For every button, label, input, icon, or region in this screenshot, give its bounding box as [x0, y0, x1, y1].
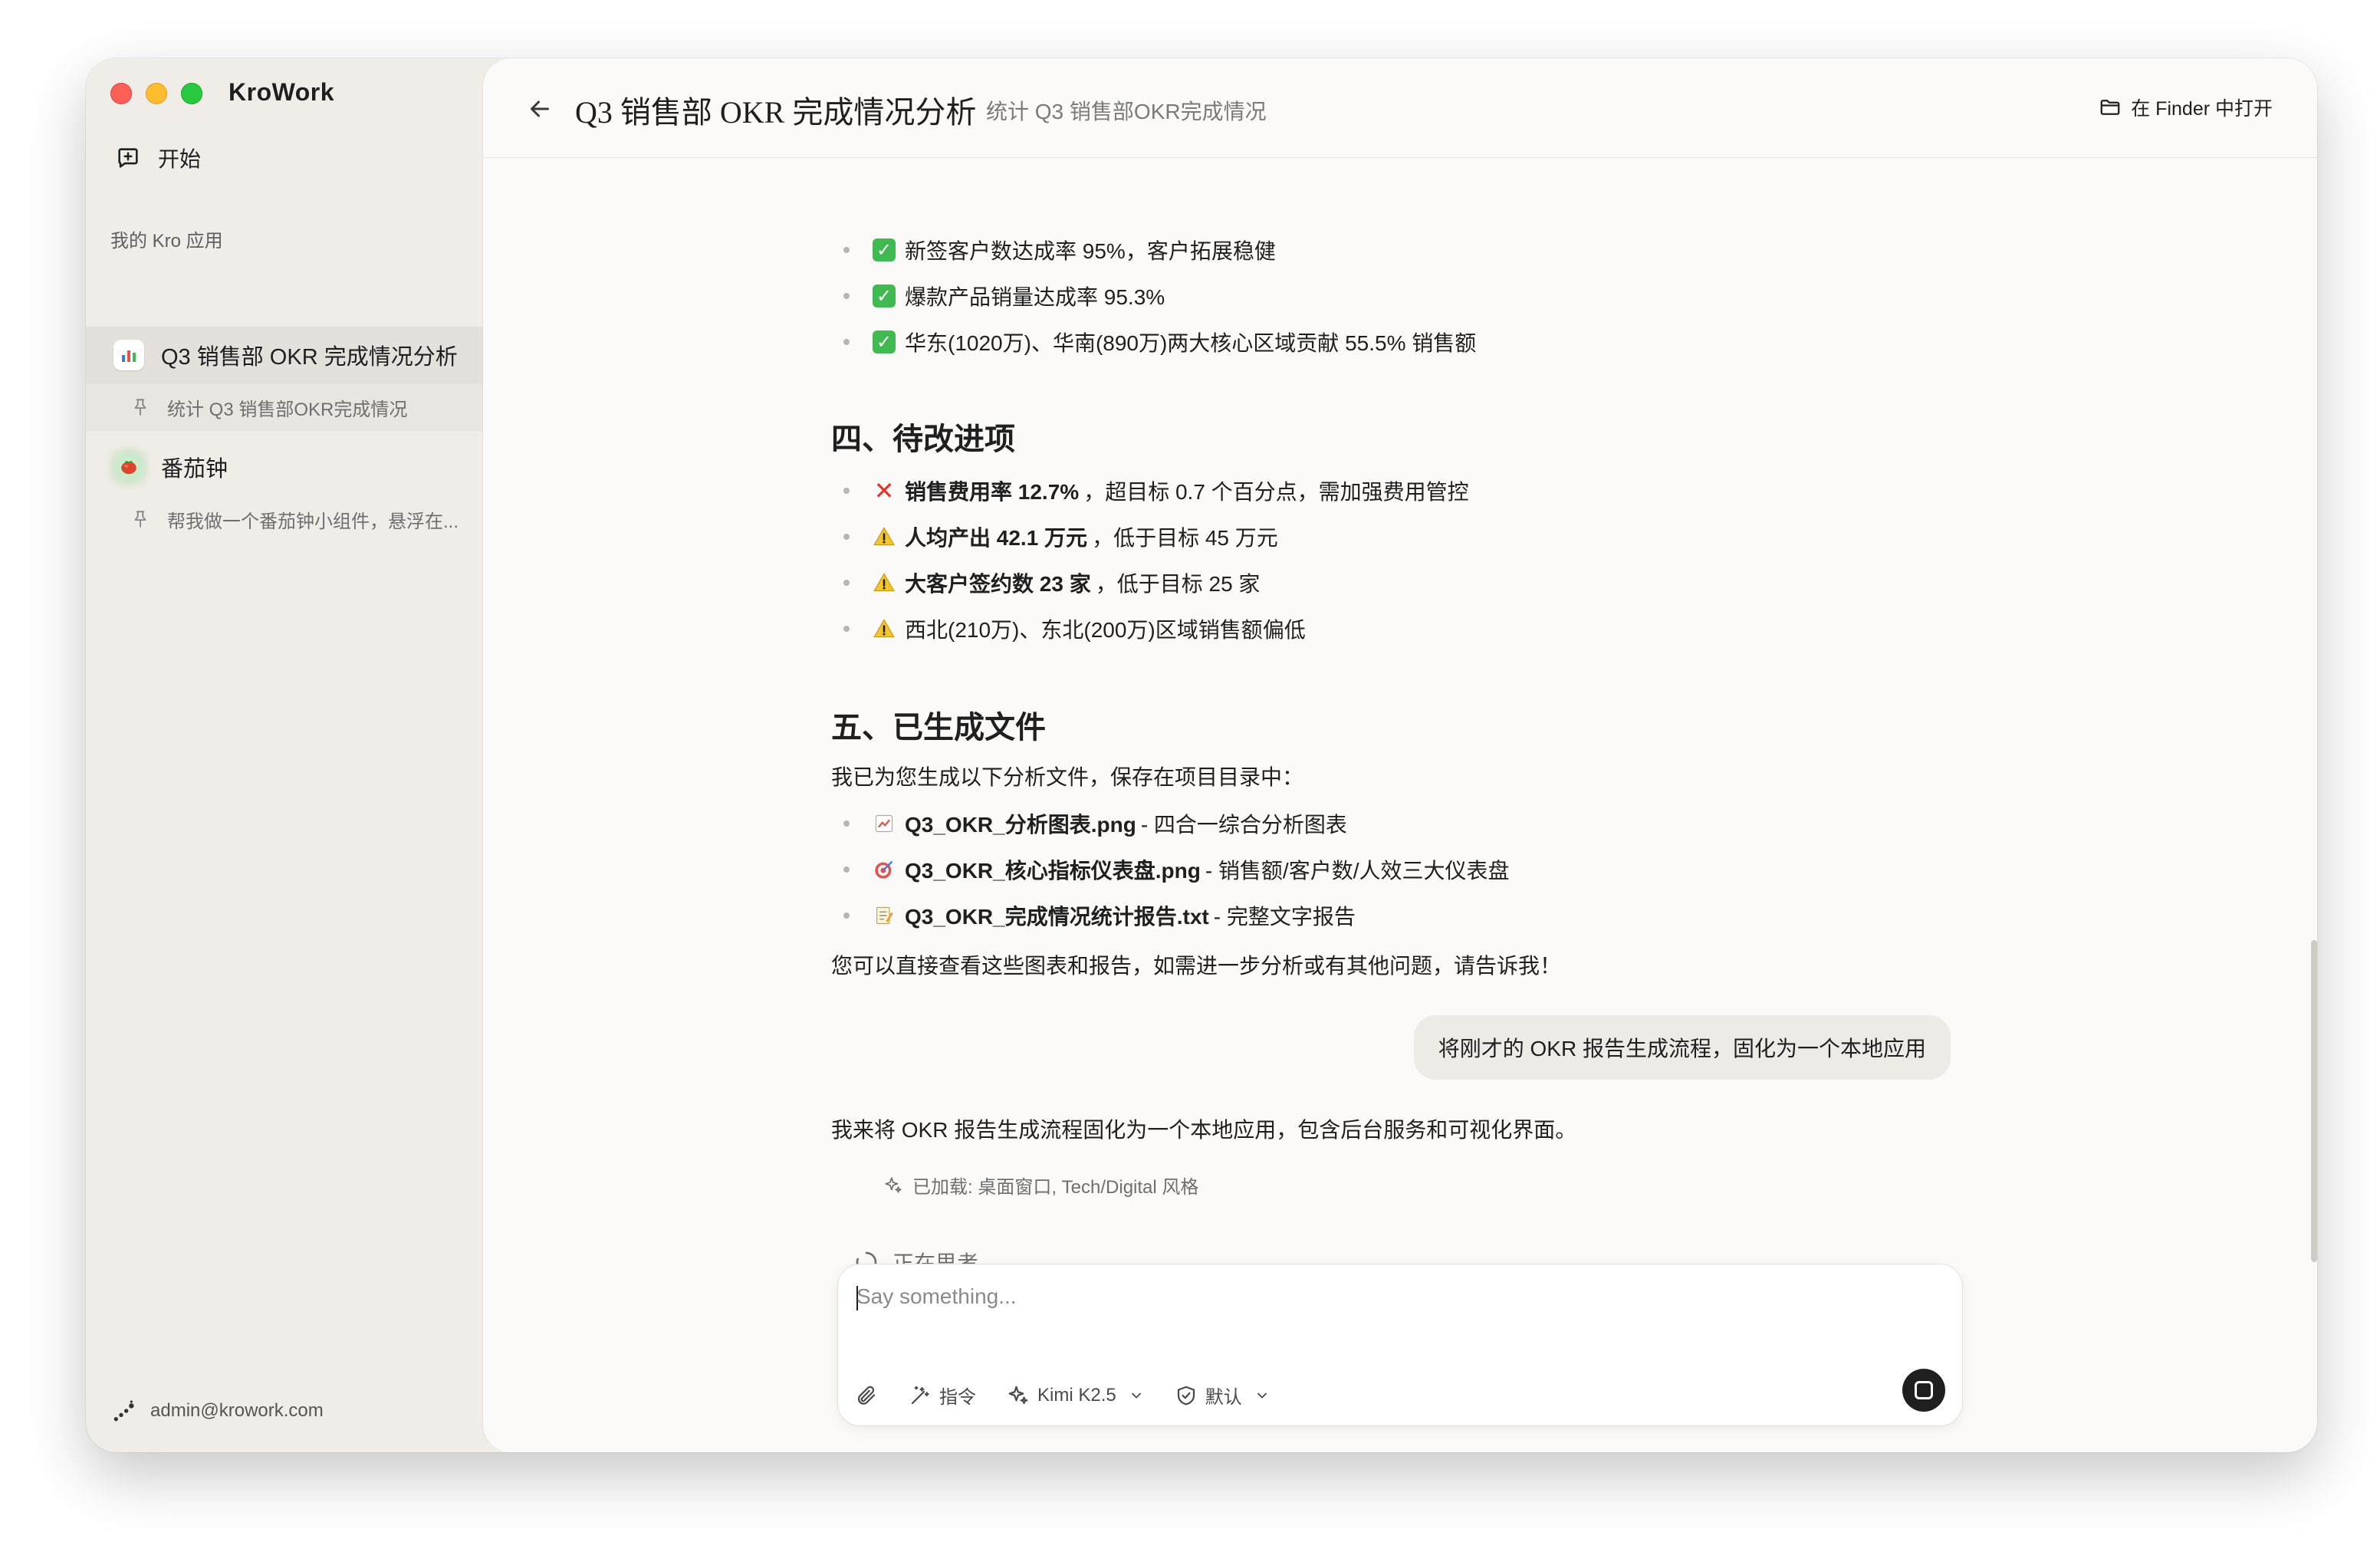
bar-chart-icon — [113, 340, 144, 370]
sidebar-subitem-label: 帮我做一个番茄钟小组件，悬浮在... — [167, 511, 459, 532]
assistant-reply: 我来将 OKR 报告生成流程固化为一个本地应用，包含后台服务和可视化界面。 — [831, 1118, 1577, 1142]
zoom-window-button[interactable] — [181, 83, 202, 104]
sidebar-item-okr-analysis[interactable]: Q3 销售部 OKR 完成情况分析 — [86, 327, 483, 383]
shield-icon — [1177, 1386, 1195, 1405]
stop-icon — [1915, 1381, 1933, 1399]
list-item: ✓ 华东(1020万)、华南(890万)两大核心区域贡献 55.5% 销售额 — [843, 327, 1476, 357]
cross-icon: ✕ — [873, 477, 895, 505]
list-item: Q3_OKR_完成情况统计报告.txt - 完整文字报告 — [843, 900, 1356, 931]
files-intro: 我已为您生成以下分析文件，保存在项目目录中： — [831, 765, 1304, 789]
message-composer: 指令 Kimi K2.5 默认 — [837, 1264, 1963, 1426]
mode-selector[interactable]: 默认 — [1175, 1382, 1270, 1409]
warning-icon — [873, 525, 896, 548]
target-icon — [873, 858, 896, 881]
page-subtitle: 统计 Q3 销售部OKR完成情况 — [986, 100, 1267, 123]
new-chat-icon — [118, 148, 138, 168]
check-icon: ✓ — [873, 238, 896, 261]
paperclip-icon — [857, 1386, 876, 1405]
list-item: ✕ 销售费用率 12.7% ，超目标 0.7 个百分点，需加强费用管控 — [843, 475, 1469, 506]
user-status-icon — [113, 1400, 134, 1422]
main-panel: Q3 销售部 OKR 完成情况分析 统计 Q3 销售部OKR完成情况 在 Fin… — [483, 58, 2317, 1452]
loaded-text: 已加载: 桌面窗口, Tech/Digital 风格 — [912, 1177, 1199, 1198]
mode-label: 默认 — [1205, 1387, 1242, 1408]
close-window-button[interactable] — [110, 83, 132, 104]
list-item: Q3_OKR_分析图表.png - 四合一综合分析图表 — [843, 808, 1347, 839]
user-message-bubble: 将刚才的 OKR 报告生成流程，固化为一个本地应用 — [1413, 1015, 1951, 1080]
magic-wand-icon — [911, 1386, 929, 1404]
chat-scrollbar[interactable] — [2311, 940, 2317, 1262]
skills-loaded-status: 已加载: 桌面窗口, Tech/Digital 风格 — [883, 1172, 1198, 1199]
user-email: admin@krowork.com — [150, 1400, 324, 1421]
sidebar-item-pomodoro[interactable]: 番茄钟 — [86, 439, 483, 495]
section-heading: 四、待改进项 — [831, 423, 1015, 456]
assistant-closing: 您可以直接查看这些图表和报告，如需进一步分析或有其他问题，请告诉我！ — [831, 954, 1562, 978]
sparkle-icon — [1008, 1386, 1028, 1404]
sidebar-item-label: 番茄钟 — [161, 457, 228, 482]
chart-icon — [873, 812, 896, 835]
sidebar: KroWork 开始 我的 Kro 应用 Q3 销售部 OKR 完成情况分析 统… — [86, 58, 483, 1452]
back-arrow-icon[interactable] — [526, 95, 554, 123]
minimize-window-button[interactable] — [146, 83, 167, 104]
attach-button[interactable] — [855, 1384, 878, 1407]
finder-label: 在 Finder 中打开 — [2131, 98, 2273, 120]
sidebar-subitem-label: 统计 Q3 销售部OKR完成情况 — [167, 399, 408, 420]
start-label: 开始 — [158, 147, 202, 171]
apps-section-label: 我的 Kro 应用 — [110, 231, 223, 252]
app-window: KroWork 开始 我的 Kro 应用 Q3 销售部 OKR 完成情况分析 统… — [86, 58, 2317, 1452]
list-item: 西北(210万)、东北(200万)区域销售额偏低 — [843, 613, 1306, 644]
stop-generation-button[interactable] — [1902, 1369, 1945, 1412]
list-item: ✓ 新签客户数达成率 95%，客户拓展稳健 — [843, 235, 1276, 265]
sidebar-item-label: Q3 销售部 OKR 完成情况分析 — [161, 345, 458, 370]
window-controls — [110, 83, 202, 104]
chevron-down-icon — [1131, 1393, 1141, 1399]
command-button[interactable]: 指令 — [909, 1382, 976, 1409]
sidebar-subitem-okr-task[interactable]: 统计 Q3 销售部OKR完成情况 — [86, 383, 483, 431]
pin-icon — [134, 399, 146, 416]
section-heading: 五、已生成文件 — [831, 711, 1046, 745]
warning-icon — [873, 571, 896, 594]
folder-icon — [2100, 100, 2120, 115]
message-input[interactable] — [856, 1284, 1853, 1309]
memo-icon — [873, 904, 896, 927]
model-selector[interactable]: Kimi K2.5 — [1007, 1384, 1144, 1407]
pin-icon — [134, 511, 146, 528]
page-title: Q3 销售部 OKR 完成情况分析 — [575, 95, 977, 130]
model-label: Kimi K2.5 — [1037, 1384, 1116, 1406]
composer-toolbar: 指令 Kimi K2.5 默认 — [855, 1382, 1270, 1409]
user-account[interactable]: admin@krowork.com — [112, 1399, 324, 1423]
check-icon: ✓ — [873, 284, 896, 307]
warning-icon — [873, 617, 896, 640]
list-item: ✓ 爆款产品销量达成率 95.3% — [843, 281, 1165, 311]
open-in-finder-button[interactable]: 在 Finder 中打开 — [2099, 94, 2273, 121]
header: Q3 销售部 OKR 完成情况分析 统计 Q3 销售部OKR完成情况 在 Fin… — [483, 58, 2317, 158]
list-item: Q3_OKR_核心指标仪表盘.png - 销售额/客户数/人效三大仪表盘 — [843, 854, 1509, 885]
start-button[interactable]: 开始 — [115, 143, 201, 173]
app-title: KroWork — [228, 78, 335, 106]
list-item: 人均产出 42.1 万元 ，低于目标 45 万元 — [843, 521, 1278, 552]
chevron-down-icon — [1257, 1393, 1267, 1399]
check-icon: ✓ — [873, 330, 896, 353]
tomato-icon — [113, 452, 144, 482]
sparkle-icon — [885, 1176, 902, 1193]
sidebar-subitem-pomodoro-task[interactable]: 帮我做一个番茄钟小组件，悬浮在... — [86, 495, 483, 543]
list-item: 大客户签约数 23 家，低于目标 25 家 — [843, 567, 1260, 598]
command-label: 指令 — [939, 1387, 976, 1408]
